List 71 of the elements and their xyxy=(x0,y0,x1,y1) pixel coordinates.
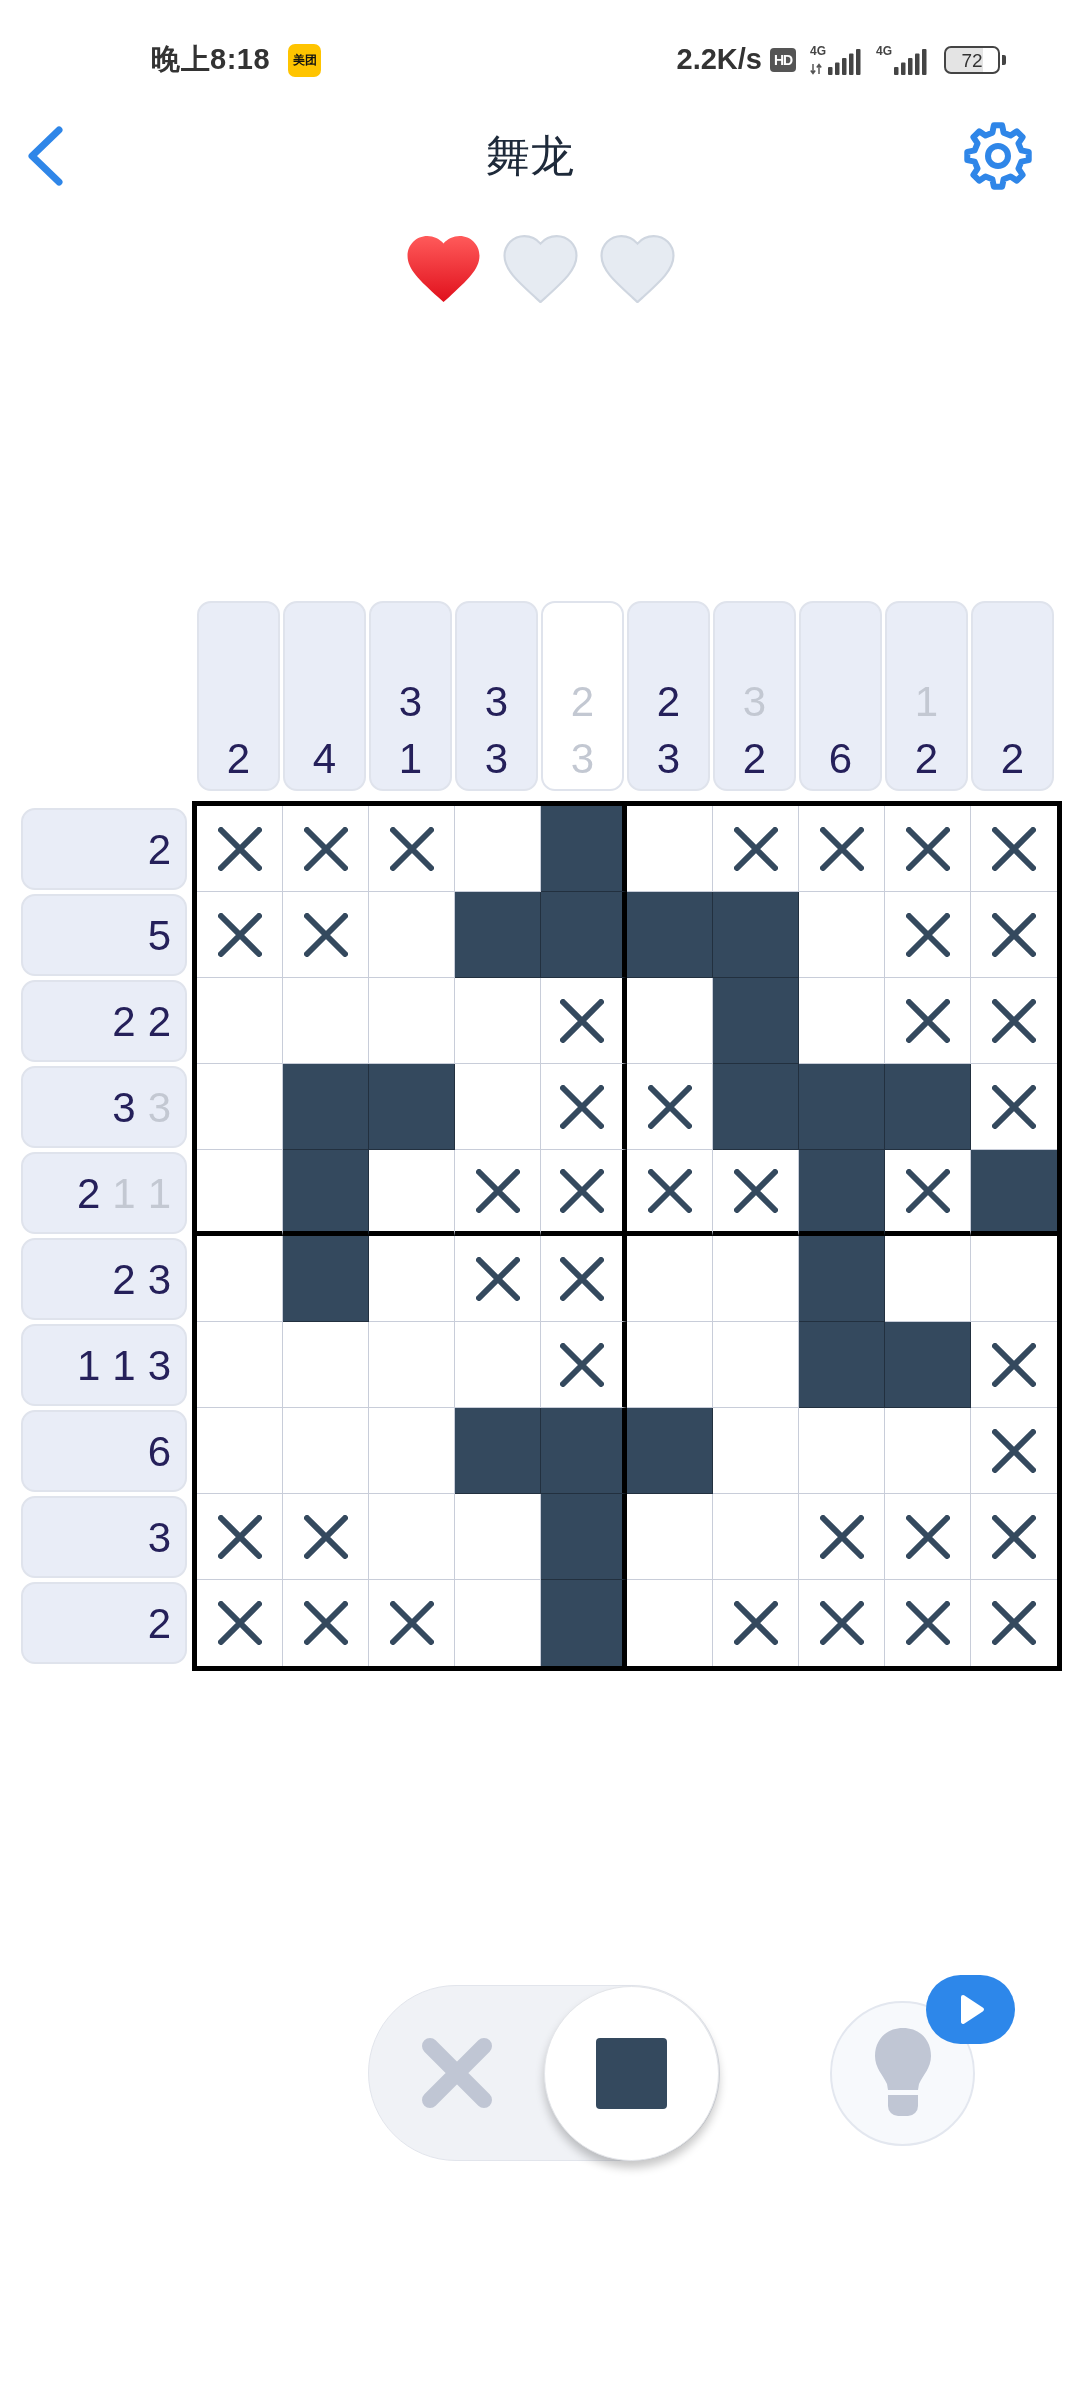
clue-number: 2 xyxy=(570,677,595,727)
filled-cell[interactable] xyxy=(885,1064,971,1150)
grid-cell[interactable] xyxy=(541,1322,627,1408)
clue-number: 3 xyxy=(484,734,509,784)
clue-number: 1 xyxy=(112,1340,136,1391)
network-type-label: 4G xyxy=(876,45,893,57)
grid-cell[interactable] xyxy=(541,1064,627,1150)
clue-number: 6 xyxy=(147,1426,171,1477)
filled-cell[interactable] xyxy=(541,1408,627,1494)
network-type-label: 4G xyxy=(810,45,827,57)
page-title: 舞龙 xyxy=(485,134,574,178)
clue-number: 2 xyxy=(147,1598,171,1649)
settings-icon[interactable] xyxy=(963,121,1033,191)
clue-number: 3 xyxy=(484,677,509,727)
clue-number: 2 xyxy=(914,734,939,784)
clue-number: 2 xyxy=(76,1168,101,1219)
filled-cell[interactable] xyxy=(971,1150,1057,1236)
filled-cell[interactable] xyxy=(369,1064,455,1150)
clue-number: 2 xyxy=(1000,734,1025,784)
filled-cell[interactable] xyxy=(885,1322,971,1408)
clue-number: 2 xyxy=(112,996,136,1047)
lightbulb-icon xyxy=(872,2028,933,2118)
status-time: 晚上8:18 xyxy=(151,42,271,78)
clue-number: 1 xyxy=(76,1340,101,1391)
clue-number: 2 xyxy=(147,996,171,1047)
filled-cell[interactable] xyxy=(455,1408,541,1494)
filled-cell[interactable] xyxy=(713,1064,799,1150)
filled-cell[interactable] xyxy=(541,1580,627,1666)
square-icon xyxy=(596,2037,667,2109)
clue-number: 2 xyxy=(226,734,251,784)
signal-icon xyxy=(828,49,862,75)
clue-number: 3 xyxy=(656,734,681,784)
play-icon[interactable] xyxy=(926,1974,1015,2044)
filled-cell[interactable] xyxy=(541,806,627,892)
filled-cell[interactable] xyxy=(283,1150,369,1236)
filled-cell[interactable] xyxy=(799,1150,885,1236)
filled-cell[interactable] xyxy=(283,1236,369,1322)
back-icon[interactable] xyxy=(26,125,64,187)
filled-cell[interactable] xyxy=(541,892,627,978)
clue-number: 6 xyxy=(828,734,853,784)
filled-cell[interactable] xyxy=(713,892,799,978)
grid-cell[interactable] xyxy=(541,1236,627,1322)
clue-number: 2 xyxy=(147,824,171,875)
filled-cell[interactable] xyxy=(799,1064,885,1150)
clue-number: 3 xyxy=(570,734,595,784)
clue-number: 2 xyxy=(656,677,681,727)
filled-cell[interactable] xyxy=(627,1408,713,1494)
app-badge: 美团 xyxy=(288,43,322,77)
grid-cell[interactable] xyxy=(541,978,627,1064)
clue-number: 5 xyxy=(147,910,171,961)
filled-cell[interactable] xyxy=(541,1494,627,1580)
network-speed: 2.2K/s xyxy=(676,42,762,78)
battery-indicator: 72 xyxy=(944,46,1006,74)
clue-number: 3 xyxy=(147,1340,171,1391)
filled-cell[interactable] xyxy=(455,892,541,978)
filled-cell[interactable] xyxy=(799,1236,885,1322)
filled-cell[interactable] xyxy=(799,1322,885,1408)
clue-number: 3 xyxy=(398,677,423,727)
clue-number: 1 xyxy=(398,734,423,784)
cross-icon xyxy=(421,2038,492,2108)
grid-cell[interactable] xyxy=(541,1150,627,1236)
clue-number: 2 xyxy=(742,734,767,784)
filled-cell[interactable] xyxy=(627,892,713,978)
filled-cell[interactable] xyxy=(713,978,799,1064)
clue-number: 3 xyxy=(147,1512,171,1563)
clue-number: 3 xyxy=(112,1082,136,1133)
clue-number: 2 xyxy=(112,1254,136,1305)
clue-number: 4 xyxy=(312,734,337,784)
filled-cell[interactable] xyxy=(283,1064,369,1150)
clue-number: 3 xyxy=(147,1254,171,1305)
hd-badge: HD xyxy=(770,48,796,72)
